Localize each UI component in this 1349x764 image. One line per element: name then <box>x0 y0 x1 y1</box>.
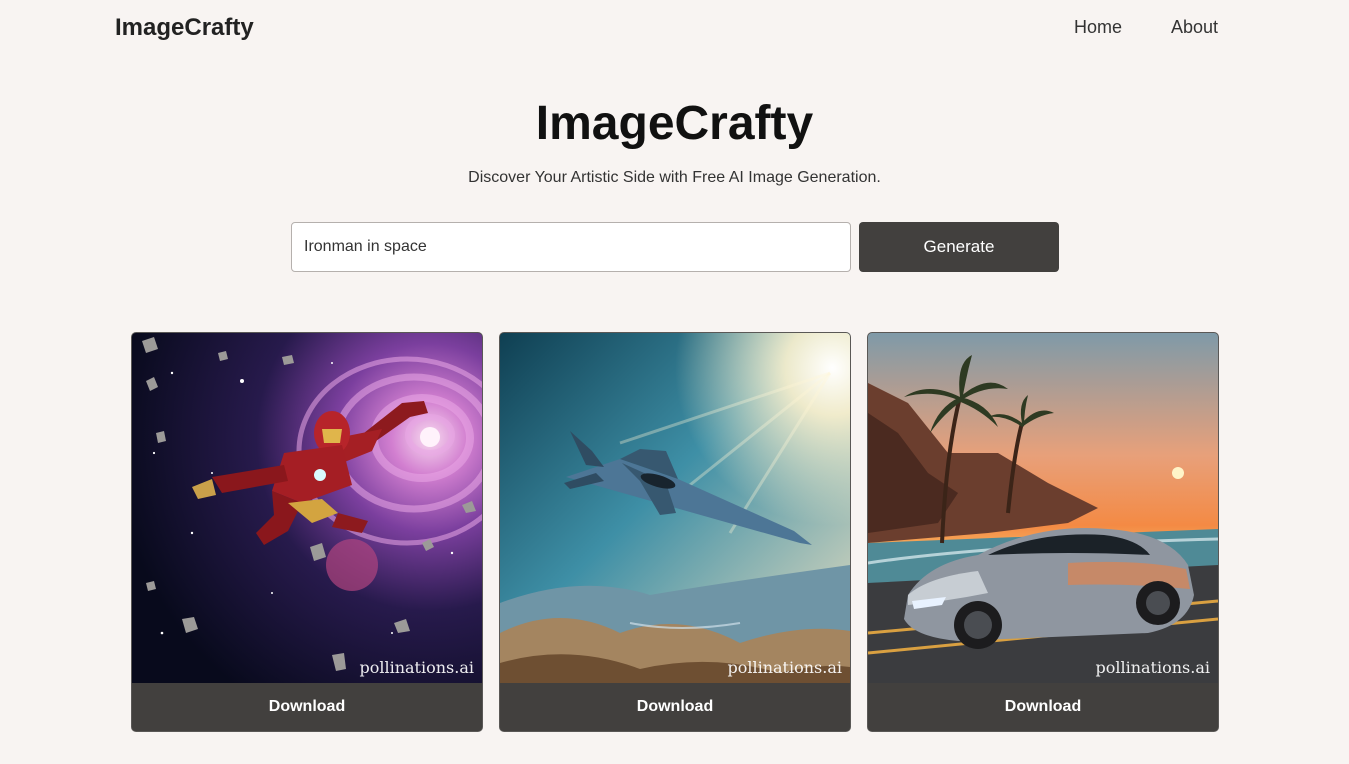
image-watermark: pollinations.ai <box>359 658 474 677</box>
download-button[interactable]: Download <box>132 683 482 731</box>
nav-link-home[interactable]: Home <box>1074 17 1122 38</box>
image-card: pollinations.ai Download <box>499 332 851 732</box>
generated-image: pollinations.ai <box>868 333 1218 683</box>
nav-link-about[interactable]: About <box>1171 17 1218 38</box>
image-watermark: pollinations.ai <box>1095 658 1210 677</box>
generated-image: pollinations.ai <box>500 333 850 683</box>
prompt-input[interactable] <box>291 222 851 272</box>
top-nav: ImageCrafty Home About <box>0 0 1349 56</box>
page-title: ImageCrafty <box>535 97 814 150</box>
image-card: pollinations.ai Download <box>131 332 483 732</box>
image-watermark: pollinations.ai <box>727 658 842 677</box>
image-card: pollinations.ai Download <box>867 332 1219 732</box>
page-subtitle: Discover Your Artistic Side with Free AI… <box>468 169 881 186</box>
generated-image: pollinations.ai <box>132 333 482 683</box>
download-button[interactable]: Download <box>500 683 850 731</box>
brand-logo[interactable]: ImageCrafty <box>115 14 254 42</box>
generate-button[interactable]: Generate <box>859 222 1059 272</box>
download-button[interactable]: Download <box>868 683 1218 731</box>
